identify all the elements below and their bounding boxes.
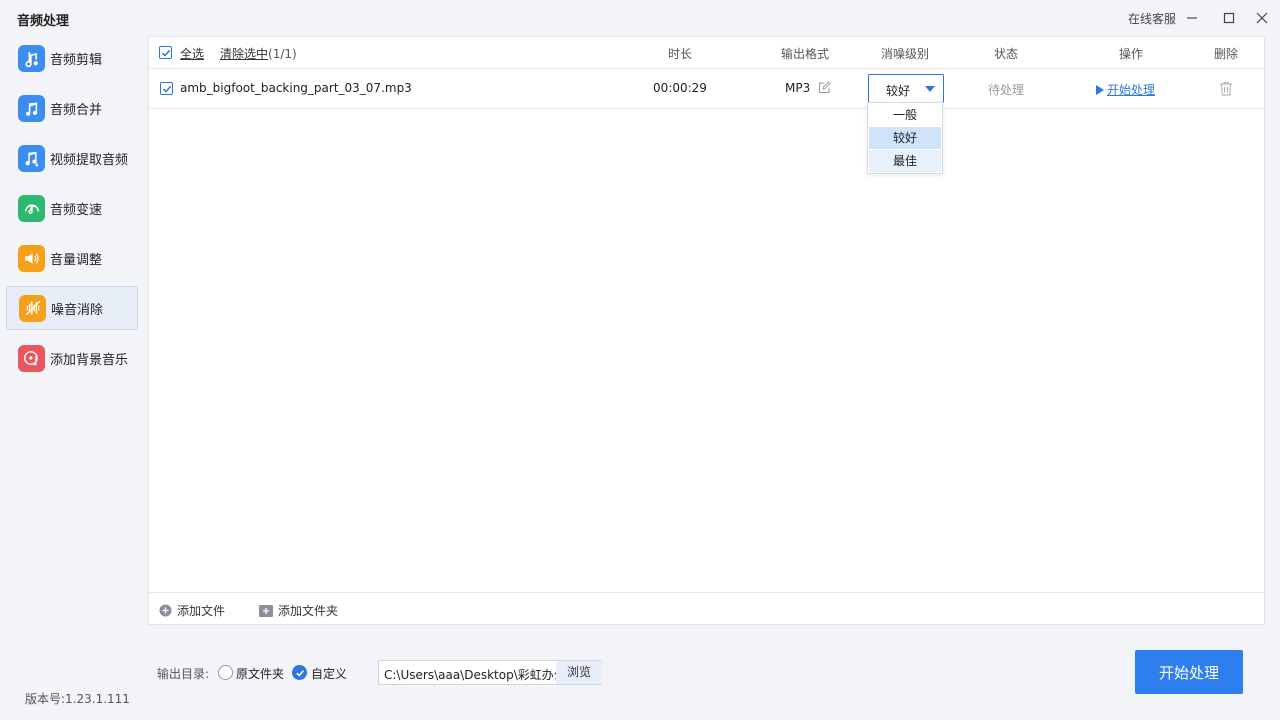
level-option-good[interactable]: 较好 — [869, 127, 941, 149]
select-all-link[interactable]: 全选 — [180, 45, 204, 62]
sidebar-item-audio-merge[interactable]: 音频合并 — [6, 86, 138, 130]
trash-icon[interactable] — [1219, 81, 1233, 99]
noise-level-select[interactable]: 较好 — [868, 74, 944, 103]
header-level: 消噪级别 — [880, 47, 930, 61]
add-file-button[interactable]: 添加文件 — [159, 602, 225, 619]
sidebar-item-background-music[interactable]: 添加背景音乐 — [6, 336, 138, 380]
sidebar-item-label: 音频合并 — [50, 102, 103, 118]
noise-level-dropdown: 一般 较好 最佳 — [867, 102, 943, 174]
file-status: 待处理 — [987, 83, 1025, 97]
sidebar-item-label: 音频变速 — [50, 202, 103, 218]
minimize-icon[interactable] — [1182, 8, 1202, 28]
output-dir-label: 输出目录: — [157, 667, 210, 681]
file-duration: 00:00:29 — [653, 81, 707, 95]
level-option-normal[interactable]: 一般 — [869, 104, 941, 126]
browse-button[interactable]: 浏览 — [556, 661, 602, 684]
table-row: amb_bigfoot_backing_part_03_07.mp3 00:00… — [149, 69, 1264, 109]
audio-merge-icon — [18, 94, 45, 122]
video-extract-audio-icon — [18, 144, 45, 172]
radio-original-folder-label[interactable]: 原文件夹 — [236, 665, 284, 682]
header-status: 状态 — [993, 47, 1019, 61]
file-name: amb_bigfoot_backing_part_03_07.mp3 — [180, 81, 412, 95]
sidebar-item-audio-speed[interactable]: 音频变速 — [6, 186, 138, 230]
chevron-down-icon — [925, 86, 935, 92]
app-title: 音频处理 — [17, 14, 70, 29]
file-actions-bar: 添加文件 添加文件夹 — [149, 592, 1264, 625]
edit-format-icon[interactable] — [818, 81, 831, 97]
file-format: MP3 — [785, 81, 811, 95]
table-header: 全选 清除选中(1/1) 时长 输出格式 消噪级别 状态 操作 删除 — [149, 37, 1264, 69]
noise-reduction-icon — [19, 294, 46, 322]
start-process-label: 开始处理 — [1107, 83, 1156, 97]
add-circle-icon — [159, 604, 172, 617]
header-delete: 删除 — [1213, 47, 1239, 61]
sidebar-item-label: 音频剪辑 — [50, 52, 103, 68]
noise-level-value: 较好 — [886, 84, 911, 98]
sidebar-item-audio-cut[interactable]: 音频剪辑 — [6, 36, 138, 80]
start-process-button[interactable]: 开始处理 — [1135, 650, 1243, 694]
selection-count: (1/1) — [268, 47, 297, 61]
add-folder-button[interactable]: 添加文件夹 — [259, 602, 338, 619]
audio-cut-icon — [18, 44, 45, 72]
background-music-icon — [18, 344, 45, 372]
sidebar-item-noise-reduction[interactable]: 噪音消除 — [6, 286, 138, 330]
check-icon — [295, 669, 304, 677]
close-icon[interactable] — [1252, 8, 1272, 28]
sidebar-item-label: 添加背景音乐 — [50, 352, 129, 368]
title-bar: 音频处理 在线客服 — [0, 0, 1280, 36]
play-icon — [1096, 84, 1104, 95]
sidebar-item-label: 视频提取音频 — [50, 152, 129, 168]
sidebar-item-label: 噪音消除 — [51, 302, 104, 318]
radio-custom-folder[interactable] — [292, 665, 307, 680]
row-checkbox[interactable] — [160, 82, 173, 95]
output-path-field[interactable]: C:\Users\aaa\Desktop\彩虹办公 浏览 — [378, 660, 602, 685]
start-process-link[interactable]: 开始处理 — [1096, 81, 1155, 98]
header-format: 输出格式 — [780, 47, 830, 61]
file-list-panel: 全选 清除选中(1/1) 时长 输出格式 消噪级别 状态 操作 删除 amb_b… — [148, 36, 1265, 625]
sidebar-item-label: 音量调整 — [50, 252, 103, 268]
audio-speed-icon — [18, 194, 45, 222]
sidebar-item-video-extract-audio[interactable]: 视频提取音频 — [6, 136, 138, 180]
add-folder-label: 添加文件夹 — [278, 604, 339, 618]
add-file-label: 添加文件 — [177, 604, 226, 618]
add-folder-icon — [259, 604, 273, 617]
sidebar-item-volume[interactable]: 音量调整 — [6, 236, 138, 280]
level-option-best[interactable]: 最佳 — [869, 150, 941, 172]
clear-selected-link[interactable]: 清除选中 — [220, 47, 268, 61]
header-action: 操作 — [1118, 47, 1144, 61]
maximize-icon[interactable] — [1219, 8, 1239, 28]
output-path-text: C:\Users\aaa\Desktop\彩虹办公 — [384, 668, 556, 682]
select-all-checkbox[interactable] — [159, 46, 172, 59]
radio-custom-folder-label[interactable]: 自定义 — [311, 665, 347, 682]
version-label: 版本号:1.23.1.111 — [25, 692, 130, 706]
radio-original-folder[interactable] — [218, 665, 233, 680]
online-service-link[interactable]: 在线客服 — [1128, 10, 1176, 27]
header-duration: 时长 — [667, 47, 693, 61]
volume-icon — [18, 244, 45, 272]
